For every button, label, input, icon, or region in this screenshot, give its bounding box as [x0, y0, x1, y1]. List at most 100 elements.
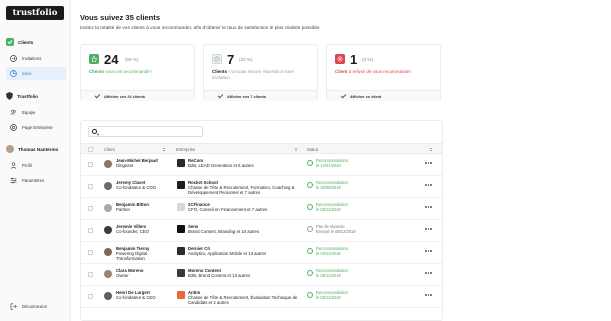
- card-lead: Client: [335, 69, 348, 74]
- sliders-icon: [10, 177, 17, 184]
- client-role: Owner: [116, 273, 129, 278]
- sidebar-item-label: Suivi: [22, 71, 32, 76]
- company-cell: Moreno Content B2B, Brand Content et 13 a…: [188, 268, 298, 278]
- status-pending-icon: [307, 226, 313, 232]
- status-cell: Recommandation le 03/11/2019: [316, 202, 386, 212]
- search-icon: [92, 129, 97, 134]
- client-avatar: [104, 248, 112, 256]
- column-header-entreprise[interactable]: Entreprise: [176, 147, 195, 152]
- table-header: Client Entreprise Statut: [81, 143, 442, 154]
- row-checkbox[interactable]: [88, 206, 93, 211]
- client-role: Co-fondateur & COO: [116, 185, 157, 190]
- client-avatar: [104, 182, 112, 190]
- sidebar-item-deconnexion[interactable]: Déconnexion: [6, 300, 66, 313]
- sidebar-item-parametres[interactable]: Paramètres: [6, 174, 66, 187]
- more-options-icon[interactable]: [425, 250, 432, 252]
- company-cell: Dernier Cri Analytics, Application Mobile…: [188, 246, 298, 256]
- table-row[interactable]: Jeremy Clavet Co-fondateur & COO Rocket S…: [81, 176, 442, 198]
- more-options-icon[interactable]: [425, 294, 432, 296]
- company-cell: Rocket School Chasse de Tête & Recrutemen…: [188, 180, 298, 195]
- check-icon: [94, 92, 101, 98]
- sort-icon[interactable]: [430, 148, 432, 151]
- column-header-statut[interactable]: Statut: [307, 147, 318, 152]
- sidebar-item-suivi[interactable]: Suivi: [6, 67, 66, 80]
- client-cell: Henri De Lurgert Co-fondateur & CEO: [116, 290, 168, 300]
- table-row[interactable]: Jean-Michel Berjaud Dirigeant ReCom B2B, L…: [81, 154, 442, 176]
- chart-icon: [10, 70, 17, 77]
- sidebar-item-equipe[interactable]: Equipe: [6, 106, 66, 119]
- card-count: 7: [227, 52, 235, 67]
- company-logo: [177, 269, 185, 277]
- more-options-icon[interactable]: [425, 206, 432, 208]
- sidebar-item-page-entreprise[interactable]: Page Entreprise: [6, 121, 66, 134]
- sort-icon[interactable]: [295, 148, 297, 151]
- team-icon: [10, 109, 17, 116]
- status-date: le 03/11/2019: [316, 251, 341, 256]
- company-desc: Chasse de Tête & Recrutement, Évaluation…: [188, 295, 298, 305]
- client-role: Partner: [116, 207, 131, 212]
- sidebar-item-label: Déconnexion: [22, 304, 48, 309]
- row-checkbox[interactable]: [88, 272, 93, 277]
- client-role: Dirigeant: [116, 163, 134, 168]
- check-icon: [217, 92, 224, 98]
- row-checkbox[interactable]: [88, 294, 93, 299]
- check-icon: [340, 92, 347, 98]
- status-date: Envoyé le 09/12/2019: [316, 229, 356, 234]
- sidebar-item-label: Profil: [22, 163, 32, 168]
- table-row[interactable]: Benjamin Bitton Partner 2CFinance CFO, Con…: [81, 198, 442, 220]
- show-no-response-button[interactable]: Afficher ces 7 clients: [204, 90, 317, 101]
- company-logo: [177, 291, 185, 299]
- stat-card-no-response: 7 (20 %) Clients n'ont pas encore répond…: [203, 44, 318, 101]
- company-desc: Chasse de Tête & Recrutement, Formation,…: [188, 185, 295, 195]
- status-cell: Recommandation le 09/12/2019: [316, 268, 386, 278]
- card-description: Client a refusé de vous recommander: [335, 69, 435, 75]
- company-logo: [177, 225, 185, 233]
- client-avatar: [104, 204, 112, 212]
- show-recommended-button[interactable]: Afficher ces 24 clients: [81, 90, 194, 101]
- sidebar-item-profil[interactable]: Profil: [6, 159, 66, 172]
- sort-icon[interactable]: [163, 148, 165, 151]
- company-desc: B2B, LEAD Generation et 5 autres: [188, 163, 254, 168]
- user-avatar: [6, 145, 14, 153]
- more-options-icon[interactable]: [425, 228, 432, 230]
- sidebar-item-label: Equipe: [22, 110, 36, 115]
- more-options-icon[interactable]: [425, 272, 432, 274]
- status-cell: Recommandation le 20/09/2019: [316, 180, 386, 190]
- sidebar-item-label: Paramètres: [22, 178, 45, 183]
- status-date: le 09/12/2019: [316, 273, 341, 278]
- table-row[interactable]: Clara Moreno Owner Moreno Content B2B, Bra…: [81, 264, 442, 286]
- stat-card-refused: 1 (3 %) Client a refusé de vous recomman…: [326, 44, 441, 101]
- card-count: 1: [350, 52, 358, 67]
- show-refused-button[interactable]: Afficher ce client: [327, 90, 440, 101]
- row-checkbox[interactable]: [88, 228, 93, 233]
- status-date: le 20/09/2019: [316, 185, 341, 190]
- table-row[interactable]: Benjamin Tierny Powering Digital Transfor…: [81, 242, 442, 264]
- sidebar-item-invitations[interactable]: Invitations: [6, 52, 66, 65]
- user-icon: [10, 162, 17, 169]
- status-cell: Recommandation le 03/11/2019: [316, 290, 386, 300]
- row-checkbox[interactable]: [88, 184, 93, 189]
- client-cell: Jeremie Villers Co-founder, CEO: [116, 224, 168, 234]
- company-desc: Brand Content, Branding et 10 autres: [188, 229, 260, 234]
- column-header-client[interactable]: Client: [104, 147, 115, 152]
- company-desc: Analytics, Application Mobile et 13 autr…: [188, 251, 267, 256]
- client-avatar: [104, 270, 112, 278]
- check-icon: [6, 38, 14, 46]
- table-row[interactable]: Jeremie Villers Co-founder, CEO Sens Brand…: [81, 220, 442, 242]
- table-row[interactable]: Henri De Lurgert Co-fondateur & CEO Antim…: [81, 286, 442, 308]
- search-input[interactable]: [88, 126, 203, 137]
- row-checkbox[interactable]: [88, 250, 93, 255]
- sidebar-section-company[interactable]: Trustfolio: [6, 92, 38, 100]
- sidebar-section-clients[interactable]: Clients: [6, 38, 33, 46]
- row-checkbox[interactable]: [88, 162, 93, 167]
- select-all-checkbox[interactable]: [88, 147, 93, 152]
- client-avatar: [104, 160, 112, 168]
- card-percentage: (69 %): [125, 57, 139, 62]
- sidebar-section-user[interactable]: Thomas Nantermo: [6, 145, 58, 153]
- company-cell: 2CFinance CFO, Conseil en Financement et …: [188, 202, 298, 212]
- sidebar-section-label: Clients: [18, 39, 34, 45]
- more-options-icon[interactable]: [425, 184, 432, 186]
- company-logo: [177, 159, 185, 167]
- more-options-icon[interactable]: [425, 162, 432, 164]
- trustfolio-logo[interactable]: trustfolio: [6, 6, 64, 20]
